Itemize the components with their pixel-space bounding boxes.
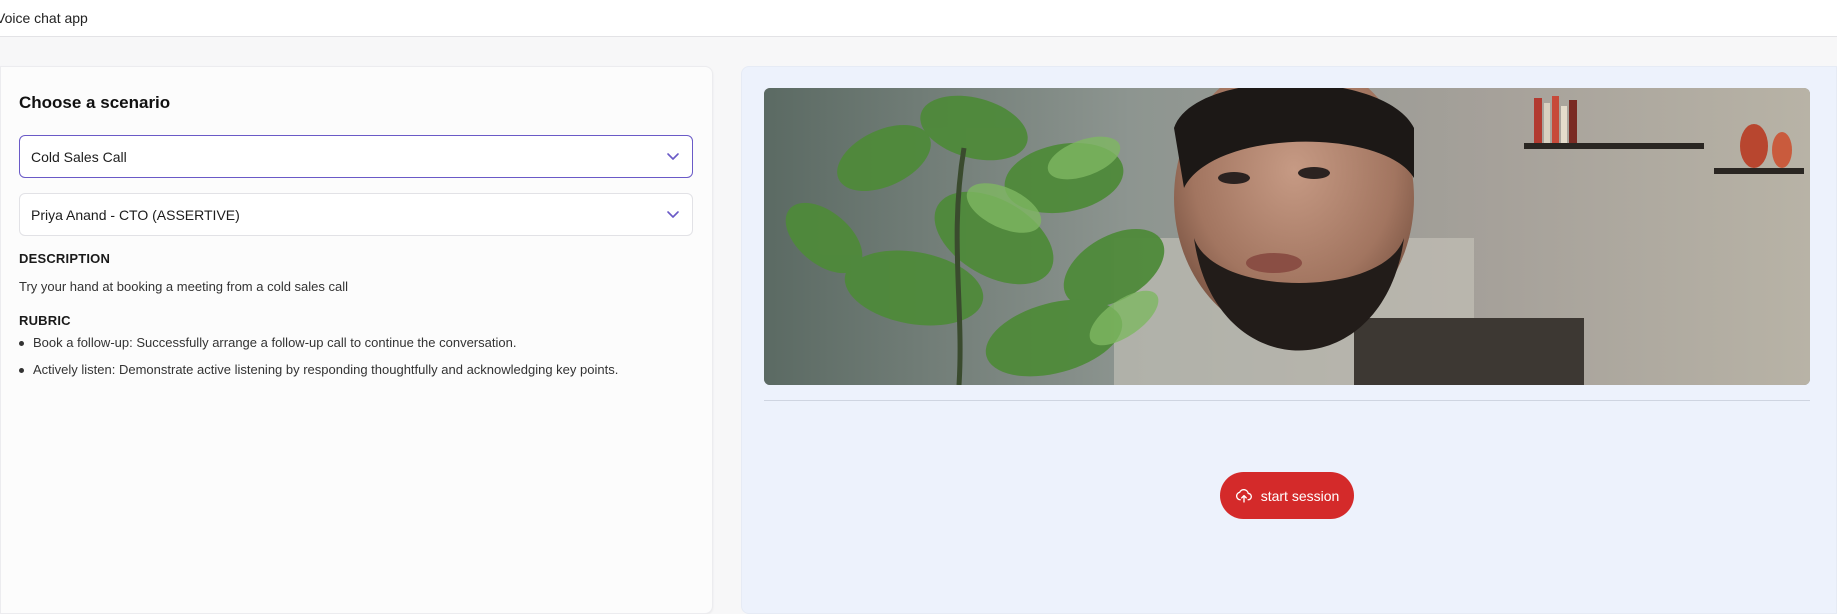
chevron-down-icon (667, 211, 679, 218)
rubric-item: Actively listen: Demonstrate active list… (19, 362, 699, 389)
start-session-label: start session (1260, 487, 1340, 504)
divider (764, 400, 1810, 401)
start-session-button[interactable]: start session (1220, 472, 1354, 519)
app-title: Voice chat app (0, 10, 88, 26)
persona-select-value: Priya Anand - CTO (ASSERTIVE) (31, 207, 240, 223)
rubric-list: Book a follow-up: Successfully arrange a… (19, 335, 699, 389)
rubric-item-text: Actively listen: Demonstrate active list… (33, 362, 619, 377)
chevron-down-icon (667, 153, 679, 160)
webcam-preview-image (764, 88, 1810, 385)
scenario-select-value: Cold Sales Call (31, 149, 127, 165)
description-text: Try your hand at booking a meeting from … (19, 279, 349, 294)
cloud-upload-icon (1235, 488, 1252, 503)
top-bar: Voice chat app (0, 0, 1837, 37)
rubric-item: Book a follow-up: Successfully arrange a… (19, 335, 699, 362)
webcam-video (764, 88, 1810, 385)
session-panel: start session (741, 66, 1837, 614)
rubric-label: RUBRIC (19, 313, 71, 328)
scenario-panel: Choose a scenario Cold Sales Call Priya … (0, 66, 713, 614)
rubric-item-text: Book a follow-up: Successfully arrange a… (33, 335, 517, 350)
scenario-heading: Choose a scenario (19, 93, 171, 112)
persona-select[interactable]: Priya Anand - CTO (ASSERTIVE) (19, 193, 693, 236)
bullet-icon (19, 341, 24, 346)
description-label: DESCRIPTION (19, 251, 111, 266)
scenario-select[interactable]: Cold Sales Call (19, 135, 693, 178)
bullet-icon (19, 368, 24, 373)
